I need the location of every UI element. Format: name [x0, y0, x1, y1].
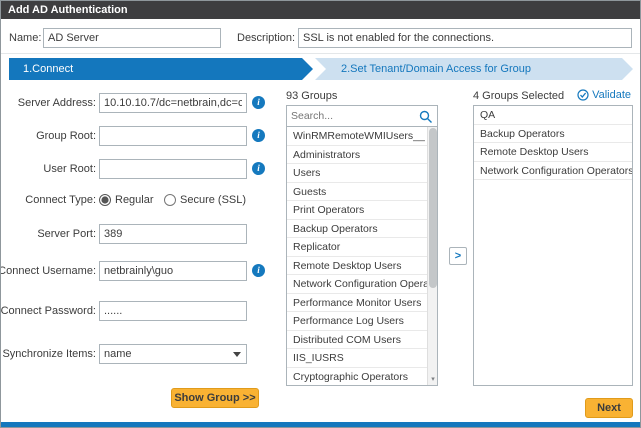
groups-scrollbar[interactable]: ▾: [427, 127, 437, 385]
next-button[interactable]: Next: [585, 398, 633, 418]
groups-list-items: WinRMRemoteWMIUsers__ Administrators Use…: [287, 127, 437, 386]
server-address-input[interactable]: [99, 93, 247, 113]
groups-list: WinRMRemoteWMIUsers__ Administrators Use…: [286, 126, 438, 386]
group-list-item[interactable]: Performance Monitor Users: [287, 294, 437, 312]
add-ad-authentication-dialog: Add AD Authentication Name: Description:…: [0, 0, 641, 428]
server-address-info-icon[interactable]: i: [252, 96, 265, 109]
server-port-label: Server Port:: [37, 228, 96, 240]
step-tab-tenant-domain-access[interactable]: 2.Set Tenant/Domain Access for Group: [315, 58, 633, 80]
dialog-title: Add AD Authentication: [8, 4, 128, 16]
user-root-label: User Root:: [43, 163, 96, 175]
radio-regular-label: Regular: [115, 194, 154, 206]
group-search-box[interactable]: [286, 105, 438, 127]
connect-username-input[interactable]: [99, 261, 247, 281]
step-connect-label: 1.Connect: [23, 63, 74, 75]
group-search-input[interactable]: [287, 106, 415, 126]
group-root-label: Group Root:: [36, 130, 96, 142]
synchronize-items-label: Synchronize Items:: [2, 348, 96, 360]
connect-password-label: Connect Password:: [0, 305, 96, 317]
group-list-item[interactable]: Network Configuration Operators: [287, 275, 437, 294]
group-list-item[interactable]: Remote Desktop Users: [287, 257, 437, 275]
user-root-info-icon[interactable]: i: [252, 162, 265, 175]
connect-password-input[interactable]: [99, 301, 247, 321]
group-list-item[interactable]: Print Operators: [287, 201, 437, 220]
step-tab-connect[interactable]: 1.Connect: [9, 58, 313, 80]
group-list-item[interactable]: Replicator: [287, 238, 437, 257]
connect-username-info-icon[interactable]: i: [252, 264, 265, 277]
selected-group-item[interactable]: Network Configuration Operators: [474, 162, 632, 180]
show-group-button[interactable]: Show Group >>: [171, 388, 259, 408]
group-root-info-icon[interactable]: i: [252, 129, 265, 142]
synchronize-items-value: name: [104, 348, 132, 360]
group-root-input[interactable]: [99, 126, 247, 146]
selected-group-item[interactable]: QA: [474, 106, 632, 125]
group-list-item[interactable]: Cryptographic Operators: [287, 368, 437, 386]
chevron-down-icon: [233, 352, 241, 357]
server-port-input[interactable]: [99, 224, 247, 244]
name-input[interactable]: [43, 28, 221, 48]
synchronize-items-select[interactable]: name: [99, 344, 247, 364]
description-label: Description:: [237, 32, 296, 44]
group-list-item[interactable]: Distributed COM Users: [287, 331, 437, 349]
connect-username-label: Connect Username:: [0, 265, 96, 277]
connect-type-label: Connect Type:: [25, 194, 96, 206]
name-label: Name:: [9, 32, 42, 44]
step-tenant-label: 2.Set Tenant/Domain Access for Group: [341, 63, 531, 75]
transfer-add-button[interactable]: >: [449, 247, 467, 265]
selected-groups-list: QA Backup Operators Remote Desktop Users…: [473, 105, 633, 386]
group-list-item[interactable]: Performance Log Users: [287, 312, 437, 331]
check-circle-icon: [577, 89, 589, 101]
group-list-item[interactable]: Backup Operators: [287, 220, 437, 238]
selected-group-item[interactable]: Backup Operators: [474, 125, 632, 143]
group-list-item[interactable]: Administrators: [287, 146, 437, 164]
user-root-input[interactable]: [99, 159, 247, 179]
validate-label: Validate: [592, 89, 631, 101]
radio-secure-ssl[interactable]: [164, 194, 176, 206]
selected-group-item[interactable]: Remote Desktop Users: [474, 143, 632, 162]
group-list-item[interactable]: WinRMRemoteWMIUsers__: [287, 127, 437, 146]
scroll-down-icon[interactable]: ▾: [428, 374, 437, 385]
groups-count-label: 93 Groups: [286, 90, 338, 102]
header-divider: [1, 53, 640, 54]
connect-type-regular-option[interactable]: Regular: [99, 193, 154, 207]
radio-regular[interactable]: [99, 194, 111, 206]
server-address-label: Server Address:: [17, 97, 96, 109]
radio-secure-ssl-label: Secure (SSL): [180, 194, 247, 206]
scrollbar-thumb[interactable]: [429, 128, 437, 288]
title-bar: Add AD Authentication: [1, 1, 640, 19]
group-list-item[interactable]: IIS_IUSRS: [287, 349, 437, 368]
selected-count-label: 4 Groups Selected: [473, 90, 565, 102]
bottom-accent-bar: [1, 422, 640, 427]
connect-type-ssl-option[interactable]: Secure (SSL): [164, 193, 246, 207]
description-input[interactable]: [298, 28, 632, 48]
search-icon[interactable]: [419, 110, 433, 124]
group-list-item[interactable]: Users: [287, 164, 437, 183]
group-list-item[interactable]: Guests: [287, 183, 437, 201]
validate-link[interactable]: Validate: [577, 89, 631, 101]
selected-groups-items: QA Backup Operators Remote Desktop Users…: [474, 106, 632, 180]
